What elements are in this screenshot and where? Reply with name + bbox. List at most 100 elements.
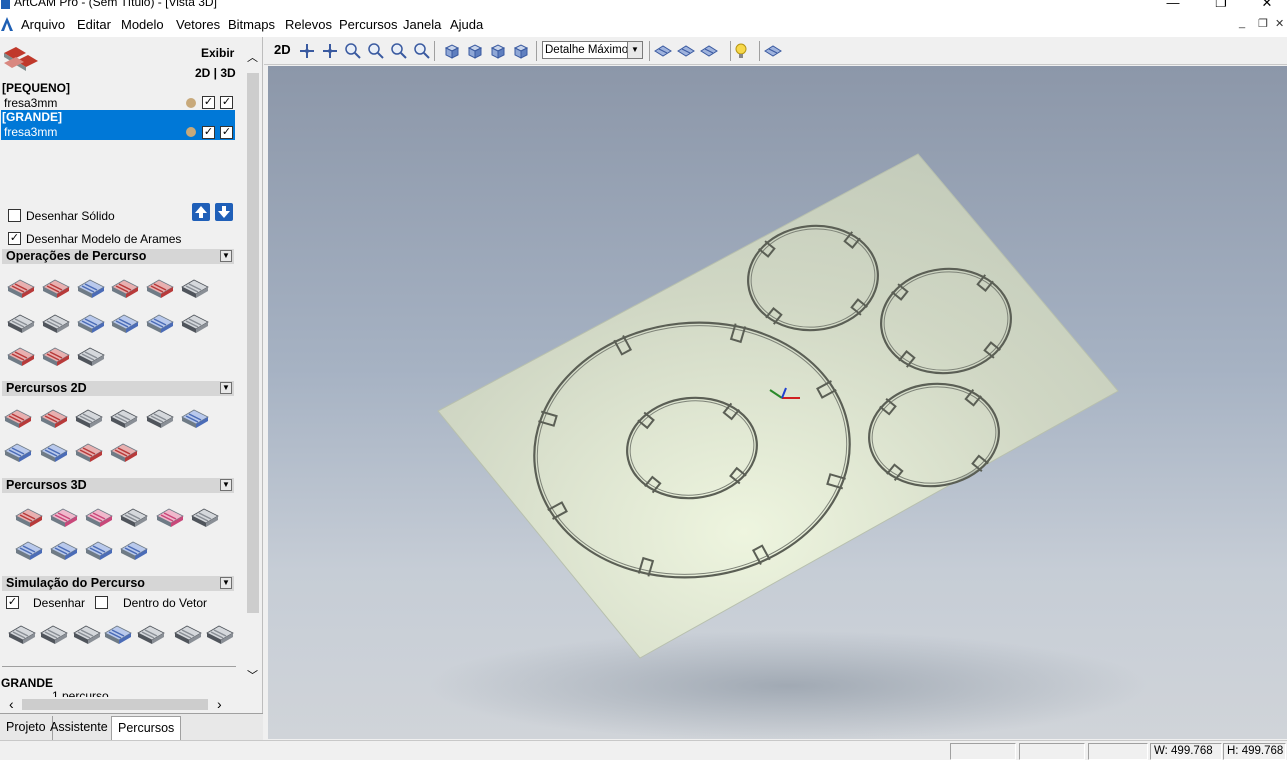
save-all-toolpaths-icon[interactable] — [145, 306, 175, 336]
vertical-scrollbar[interactable]: ︿ ﹀ — [245, 45, 261, 695]
menu-editar[interactable]: Editar — [77, 17, 111, 32]
drilling-icon[interactable] — [180, 401, 210, 431]
grande-simulate-checkbox[interactable]: ✓ — [220, 126, 233, 139]
simulate-toolpath-icon[interactable] — [7, 617, 37, 647]
tab-percursos[interactable]: Percursos — [111, 716, 182, 740]
group-pequeno-header[interactable]: [PEQUENO] — [2, 81, 70, 95]
menu-relevos[interactable]: Relevos — [285, 17, 332, 32]
collapse-chevron-icon[interactable]: ▼ — [220, 577, 232, 589]
top-view-icon[interactable] — [511, 41, 531, 61]
collapse-chevron-icon[interactable]: ▼ — [220, 479, 232, 491]
simulation-block-icon[interactable] — [72, 617, 102, 647]
pequeno-visible-checkbox[interactable]: ✓ — [202, 96, 215, 109]
engraving-icon[interactable] — [145, 401, 175, 431]
iso-view-icon[interactable] — [442, 41, 462, 61]
rotate-view-icon[interactable] — [297, 41, 317, 61]
zoom-in-icon[interactable] — [343, 41, 363, 61]
smart-machining-icon[interactable] — [155, 500, 185, 530]
pan-view-icon[interactable] — [320, 41, 340, 61]
vertical-scroll-thumb[interactable] — [247, 73, 259, 613]
save-toolpath-icon[interactable] — [110, 306, 140, 336]
toolpath-sheet-icon[interactable] — [76, 339, 106, 369]
lighting-icon[interactable] — [731, 41, 751, 61]
sim-draw-checkbox[interactable]: ✓ — [6, 596, 19, 609]
area-clearance-icon[interactable] — [41, 271, 71, 301]
mdi-close-button[interactable]: ✕ — [1275, 17, 1284, 30]
3d-viewport[interactable] — [268, 66, 1287, 739]
menu-ajuda[interactable]: Ajuda — [450, 17, 483, 32]
section-toolpaths-3d[interactable]: Percursos 3D ▼ — [2, 478, 234, 493]
menu-bitmaps[interactable]: Bitmaps — [228, 17, 275, 32]
group-grande-header-row[interactable]: [GRANDE] — [1, 110, 235, 125]
save-simulation-icon[interactable] — [173, 617, 203, 647]
fluting-2d-icon[interactable] — [39, 435, 69, 465]
raster-toolpath-icon[interactable] — [76, 271, 106, 301]
section-toolpath-operations[interactable]: Operações de Percurso ▼ — [2, 249, 234, 264]
move-up-arrow-icon[interactable] — [192, 203, 210, 221]
detail-level-select[interactable]: Detalhe Máximo ▼ — [542, 41, 643, 59]
scroll-right-icon[interactable]: › — [217, 696, 222, 712]
simulation-lighting-icon[interactable] — [136, 617, 166, 647]
cut-off-icon[interactable] — [119, 500, 149, 530]
vbit-carving-icon[interactable] — [74, 401, 104, 431]
group-grande-tool-row[interactable]: fresa3mm ✓ ✓ — [1, 125, 235, 140]
minimize-button[interactable]: — — [1150, 0, 1196, 11]
mdi-minimize-button[interactable]: _ — [1239, 17, 1245, 29]
profiling-2d-icon[interactable] — [3, 401, 33, 431]
undo-toolpath-icon[interactable] — [119, 533, 149, 563]
move-down-arrow-icon[interactable] — [215, 203, 233, 221]
collapse-chevron-icon[interactable]: ▼ — [220, 382, 232, 394]
scroll-down-icon[interactable]: ﹀ — [247, 667, 258, 683]
axis-view-icon[interactable] — [699, 41, 719, 61]
machine-relief-icon[interactable] — [14, 500, 44, 530]
wrap-toolpath-icon[interactable] — [84, 533, 114, 563]
bevel-carving-icon[interactable] — [109, 401, 139, 431]
toolpath-notes-icon[interactable] — [180, 271, 210, 301]
rotary-icon[interactable] — [49, 533, 79, 563]
front-view-icon[interactable] — [465, 41, 485, 61]
scroll-up-icon[interactable]: ︿ — [247, 49, 258, 65]
load-simulation-icon[interactable] — [205, 617, 235, 647]
drill-toolpath-icon[interactable] — [145, 271, 175, 301]
section-toolpaths-2d[interactable]: Percursos 2D ▼ — [2, 381, 234, 396]
draw-solid-checkbox[interactable] — [8, 209, 21, 222]
inlay-icon[interactable] — [3, 435, 33, 465]
view-2d-button[interactable]: 2D — [274, 42, 291, 57]
close-button[interactable]: ✕ — [1244, 0, 1287, 11]
scroll-left-icon[interactable]: ‹ — [9, 696, 14, 712]
wireframe-view-icon[interactable] — [676, 41, 696, 61]
dropdown-arrow-icon[interactable]: ▼ — [627, 42, 642, 58]
horizontal-scrollbar[interactable]: ‹ › — [0, 696, 240, 712]
rest-machining-icon[interactable] — [190, 500, 220, 530]
fluting-icon[interactable] — [6, 306, 36, 336]
area-clearance-2d-icon[interactable] — [39, 401, 69, 431]
group-pequeno-tool[interactable]: fresa3mm — [4, 96, 57, 110]
menu-percursos[interactable]: Percursos — [339, 17, 398, 32]
tab-assistente[interactable]: Assistente — [44, 716, 115, 740]
z-level-roughing-icon[interactable] — [49, 500, 79, 530]
zoom-out-icon[interactable] — [366, 41, 386, 61]
vcarve-toolpath-icon[interactable] — [110, 271, 140, 301]
menu-vetores[interactable]: Vetores — [176, 17, 220, 32]
section-simulation[interactable]: Simulação do Percurso ▼ — [2, 576, 234, 591]
merge-toolpaths-icon[interactable] — [6, 339, 36, 369]
shaded-view-icon[interactable] — [653, 41, 673, 61]
zoom-fit-icon[interactable] — [412, 41, 432, 61]
simulate-all-icon[interactable] — [39, 617, 69, 647]
material-setup-icon[interactable] — [76, 306, 106, 336]
view-2d-3d-toggle[interactable]: 2D | 3D — [195, 66, 236, 80]
pequeno-simulate-checkbox[interactable]: ✓ — [220, 96, 233, 109]
relief-toolpath-icon[interactable] — [41, 306, 71, 336]
menu-janela[interactable]: Janela — [403, 17, 441, 32]
transform-toolpath-icon[interactable] — [180, 306, 210, 336]
chamfer-icon[interactable] — [109, 435, 139, 465]
profile-toolpath-icon[interactable] — [6, 271, 36, 301]
draw-wireframe-checkbox[interactable]: ✓ — [8, 232, 21, 245]
horizontal-scroll-thumb[interactable] — [22, 699, 208, 710]
toolpath-templates-icon[interactable] — [41, 339, 71, 369]
menu-modelo[interactable]: Modelo — [121, 17, 164, 32]
side-view-icon[interactable] — [488, 41, 508, 61]
mdi-restore-button[interactable]: ❐ — [1258, 17, 1268, 30]
reset-simulation-icon[interactable] — [103, 617, 133, 647]
project-toolpath-icon[interactable] — [14, 533, 44, 563]
